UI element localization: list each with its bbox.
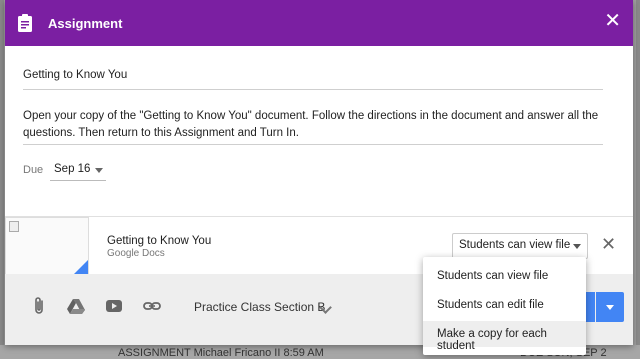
permission-select[interactable]: Students can view file <box>452 233 588 259</box>
menu-item-label: Students can edit file <box>437 299 544 311</box>
chevron-down-icon <box>606 305 614 310</box>
due-date-select[interactable]: Sep 16 <box>50 160 106 181</box>
permission-value: Students can view file <box>459 239 571 251</box>
background-row-text: ASSIGNMENT Michael Fricano II 8:59 AM <box>118 347 324 359</box>
menu-item-copy[interactable]: Make a copy for each student <box>423 321 586 352</box>
assign-options-button[interactable] <box>596 292 624 322</box>
link-icon[interactable] <box>142 296 162 316</box>
drive-icon[interactable] <box>66 296 86 316</box>
menu-item-label: Students can view file <box>437 270 549 282</box>
paperclip-icon[interactable] <box>29 296 49 316</box>
clipboard-icon <box>18 14 32 32</box>
background-right <box>636 0 640 359</box>
attachment-title[interactable]: Getting to Know You <box>107 235 211 247</box>
attachment-type: Google Docs <box>107 248 165 259</box>
dialog-title: Assignment <box>48 16 123 31</box>
youtube-icon[interactable] <box>104 296 124 316</box>
menu-item-edit[interactable]: Students can edit file <box>423 292 586 318</box>
docs-corner-icon <box>74 260 88 274</box>
due-date-value: Sep 16 <box>54 163 91 175</box>
chevron-down-icon <box>95 168 103 173</box>
permission-menu: Students can view file Students can edit… <box>423 257 586 355</box>
background-left <box>0 0 4 359</box>
broken-image-icon <box>9 221 19 232</box>
dialog-header: Assignment ✕ <box>5 0 633 46</box>
attachment-thumbnail[interactable] <box>5 217 89 275</box>
menu-item-view[interactable]: Students can view file <box>423 263 586 289</box>
instructions-field[interactable]: Open your copy of the "Getting to Know Y… <box>23 108 603 145</box>
due-label: Due <box>23 164 44 176</box>
chevron-down-icon <box>573 244 581 249</box>
menu-item-label: Make a copy for each student <box>437 328 547 352</box>
close-icon[interactable]: ✕ <box>604 11 621 31</box>
title-field[interactable]: Getting to Know You <box>23 69 603 90</box>
class-select[interactable]: Practice Class Section B <box>194 300 325 314</box>
remove-attachment-icon[interactable]: ✕ <box>601 235 616 253</box>
